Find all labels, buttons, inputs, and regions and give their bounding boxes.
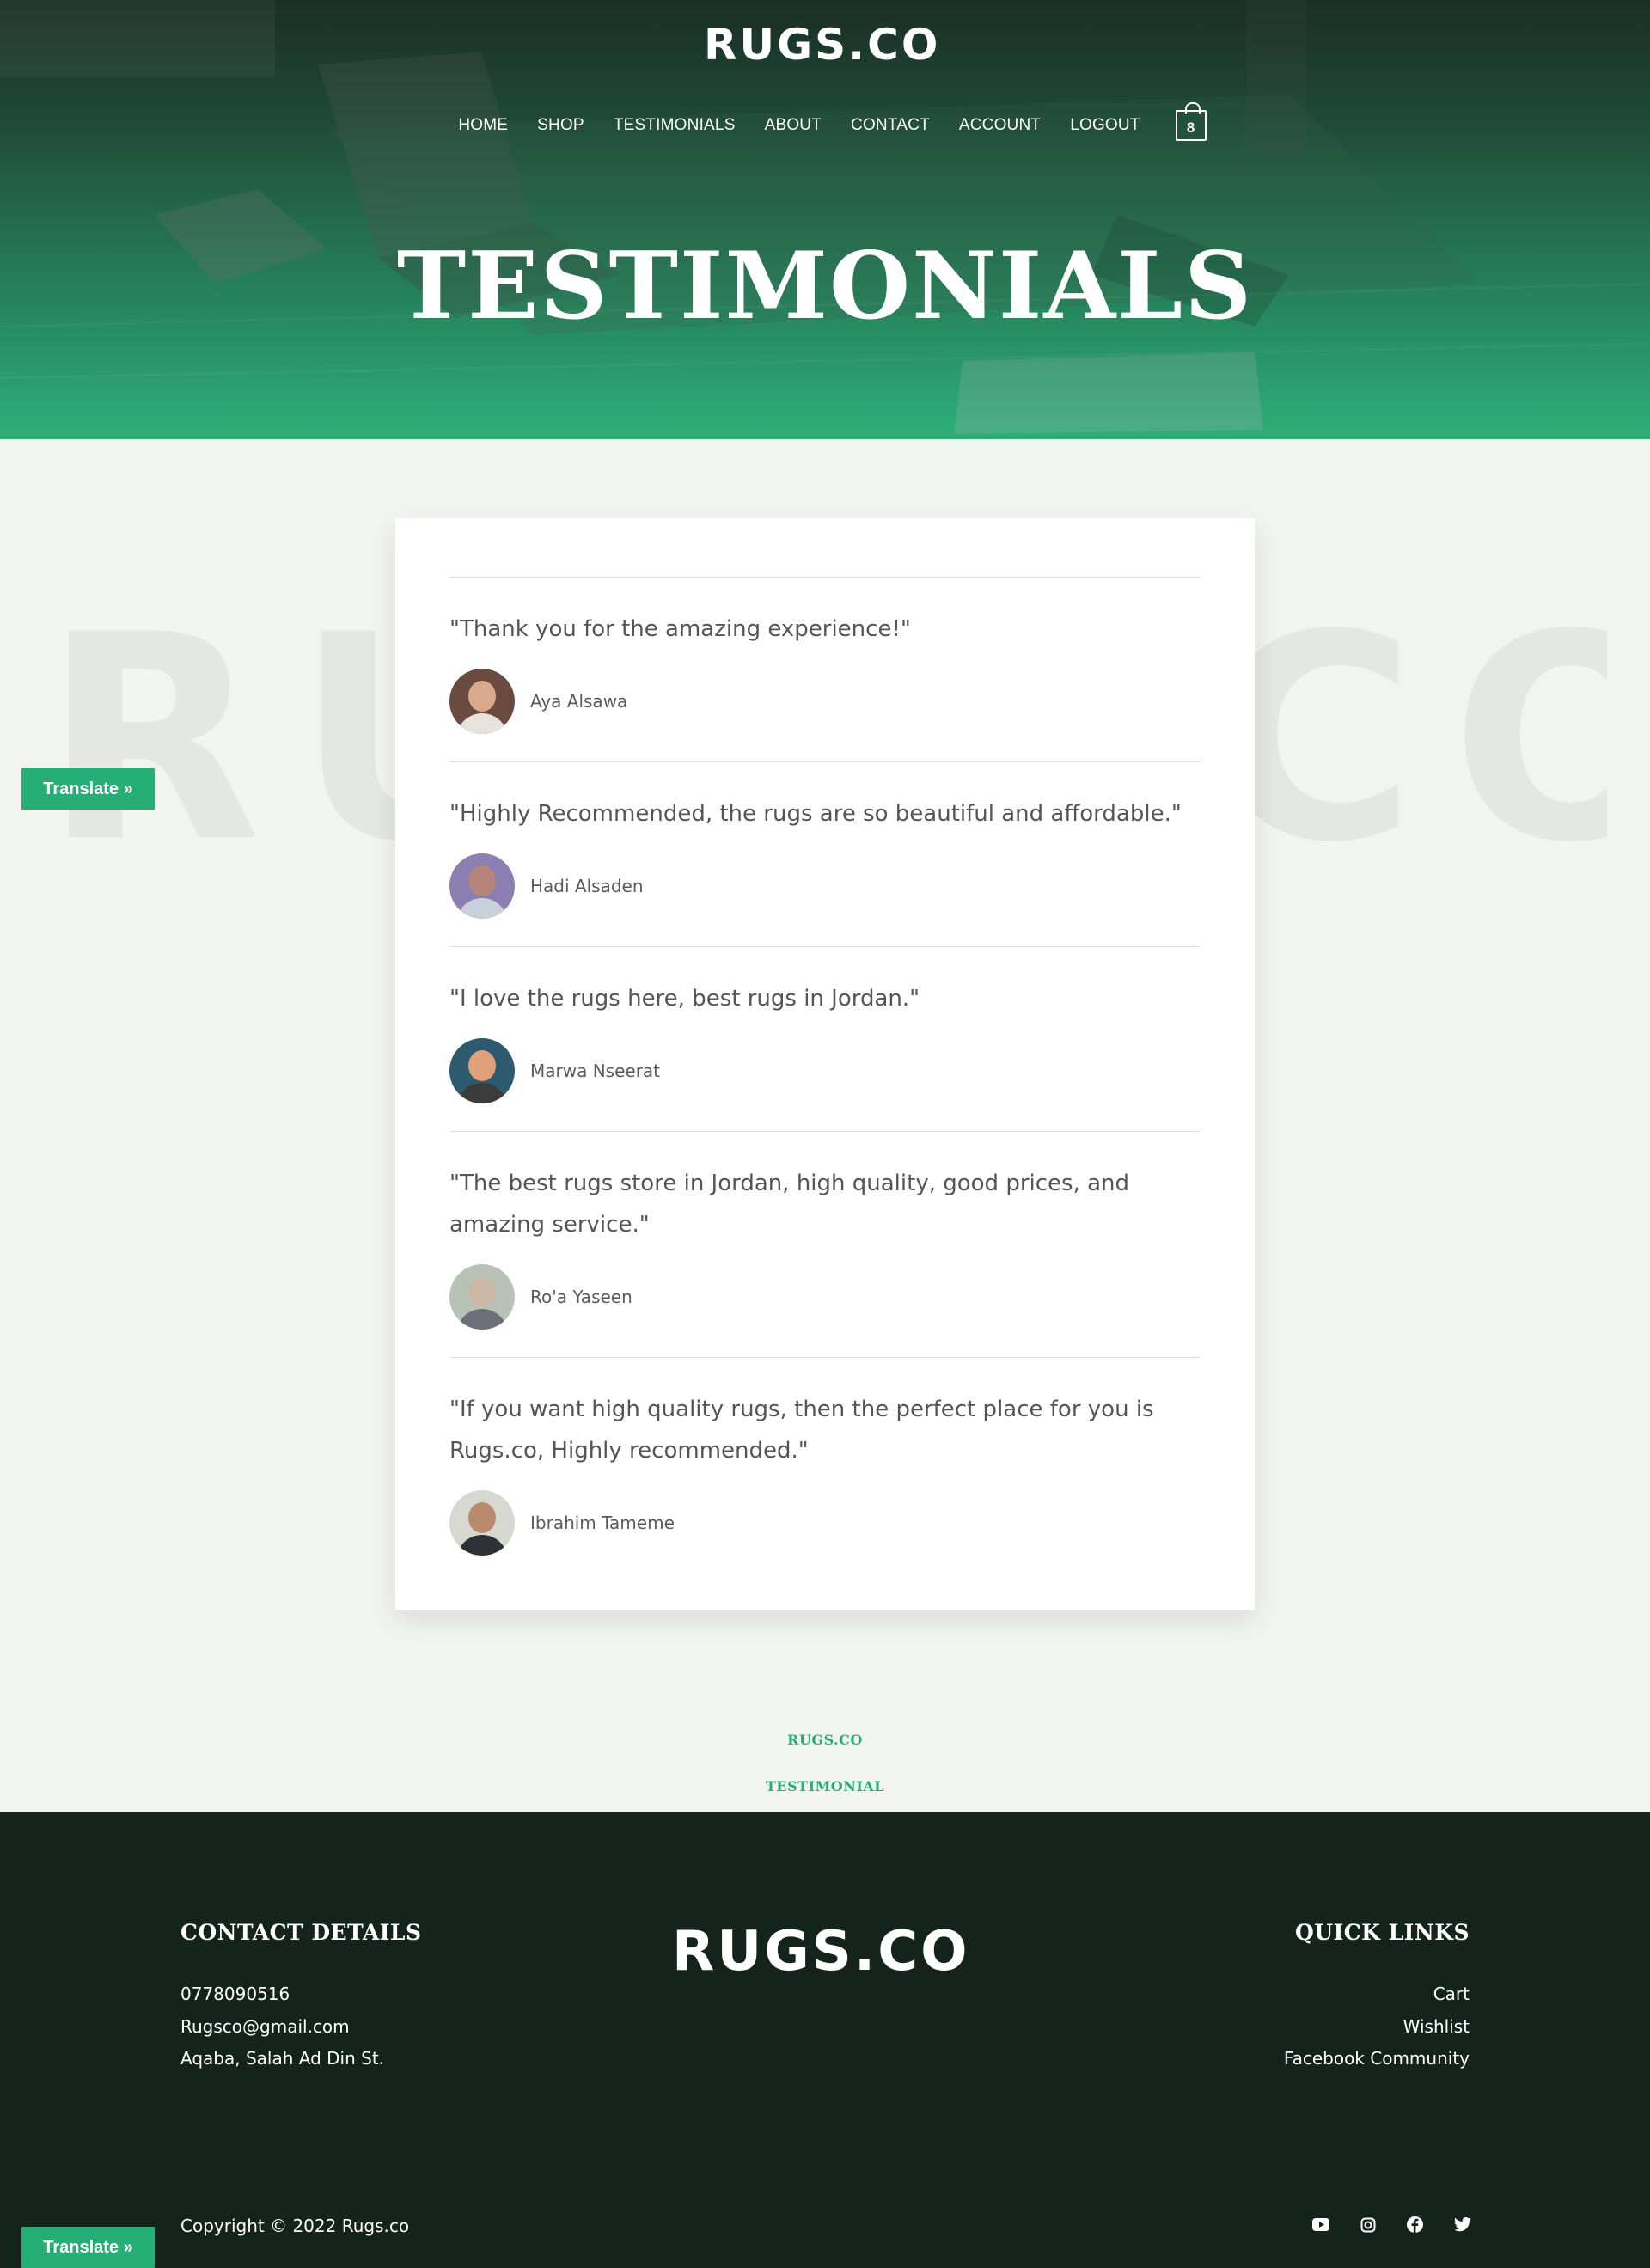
footer-logo-text: RUGS.CO [672, 1920, 970, 1984]
testimonials-card: "Thank you for the amazing experience!" … [395, 518, 1255, 1610]
quick-links-heading: QUICK LINKS [1294, 1920, 1470, 1945]
nav-about[interactable]: ABOUT [750, 116, 836, 135]
cart-count: 8 [1186, 119, 1195, 136]
translate-button-bottom[interactable]: Translate » [21, 2227, 155, 2268]
breadcrumb-page: TESTIMONIAL [766, 1778, 884, 1794]
avatar [449, 1264, 515, 1330]
testimonial-author: Ro'a Yaseen [449, 1264, 1201, 1330]
testimonial-quote: "If you want high quality rugs, then the… [449, 1397, 1154, 1464]
nav-home[interactable]: HOME [443, 116, 522, 135]
facebook-icon[interactable] [1406, 2216, 1424, 2234]
contact-address: Aqaba, Salah Ad Din St. [180, 2048, 385, 2069]
instagram-icon[interactable] [1359, 2216, 1377, 2234]
youtube-icon[interactable] [1311, 2216, 1329, 2234]
testimonial-item: "I love the rugs here, best rugs in Jord… [449, 946, 1201, 1103]
nav-logout[interactable]: LOGOUT [1055, 116, 1154, 135]
nav-contact[interactable]: CONTACT [836, 116, 944, 135]
testimonial-name: Hadi Alsaden [530, 876, 644, 896]
testimonial-item: "Highly Recommended, the rugs are so bea… [449, 761, 1201, 919]
testimonial-quote: "Highly Recommended, the rugs are so bea… [449, 801, 1182, 827]
contact-details-heading: CONTACT DETAILS [180, 1920, 422, 1945]
footer-link-facebook-community[interactable]: Facebook Community [1284, 2048, 1470, 2069]
testimonial-item: "If you want high quality rugs, then the… [449, 1357, 1201, 1556]
avatar [449, 1038, 515, 1103]
testimonial-author: Aya Alsawa [449, 669, 1201, 734]
testimonial-name: Ro'a Yaseen [530, 1287, 632, 1307]
twitter-icon[interactable] [1453, 2216, 1471, 2234]
testimonial-name: Aya Alsawa [530, 691, 628, 712]
testimonial-quote: "I love the rugs here, best rugs in Jord… [449, 986, 920, 1012]
social-links [1311, 2216, 1471, 2234]
contact-email[interactable]: Rugsco@gmail.com [180, 2016, 350, 2037]
copyright-text: Copyright © 2022 Rugs.co [180, 2216, 410, 2236]
testimonial-item: "The best rugs store in Jordan, high qua… [449, 1131, 1201, 1330]
testimonial-author: Hadi Alsaden [449, 853, 1201, 919]
footer-link-wishlist[interactable]: Wishlist [1403, 2016, 1470, 2037]
footer-logo[interactable]: RUGS.CO [672, 1920, 970, 1984]
testimonial-quote: "The best rugs store in Jordan, high qua… [449, 1171, 1130, 1238]
nav-shop[interactable]: SHOP [522, 116, 599, 135]
avatar [449, 669, 515, 734]
testimonial-name: Marwa Nseerat [530, 1061, 661, 1081]
avatar [449, 853, 515, 919]
testimonial-quote: "Thank you for the amazing experience!" [449, 616, 911, 642]
logo-text: RUGS.CO [704, 20, 941, 70]
testimonial-item: "Thank you for the amazing experience!" … [449, 577, 1201, 734]
testimonial-author: Marwa Nseerat [449, 1038, 1201, 1103]
avatar [449, 1490, 515, 1556]
nav-testimonials[interactable]: TESTIMONIALS [599, 116, 750, 135]
main-navigation: HOME SHOP TESTIMONIALS ABOUT CONTACT ACC… [0, 102, 1650, 141]
site-logo[interactable]: RUGS.CO [704, 20, 941, 70]
testimonial-name: Ibrahim Tameme [530, 1513, 675, 1533]
cart-bag-icon[interactable]: 8 [1175, 102, 1207, 141]
contact-phone: 0778090516 [180, 1984, 290, 2004]
page-title: TESTIMONIALS [396, 232, 1254, 340]
footer-link-cart[interactable]: Cart [1433, 1984, 1470, 2004]
translate-button[interactable]: Translate » [21, 768, 155, 810]
breadcrumb-site[interactable]: RUGS.CO [0, 1732, 1650, 1748]
site-footer [0, 1812, 1650, 2268]
nav-account[interactable]: ACCOUNT [944, 116, 1055, 135]
testimonial-author: Ibrahim Tameme [449, 1490, 1201, 1556]
